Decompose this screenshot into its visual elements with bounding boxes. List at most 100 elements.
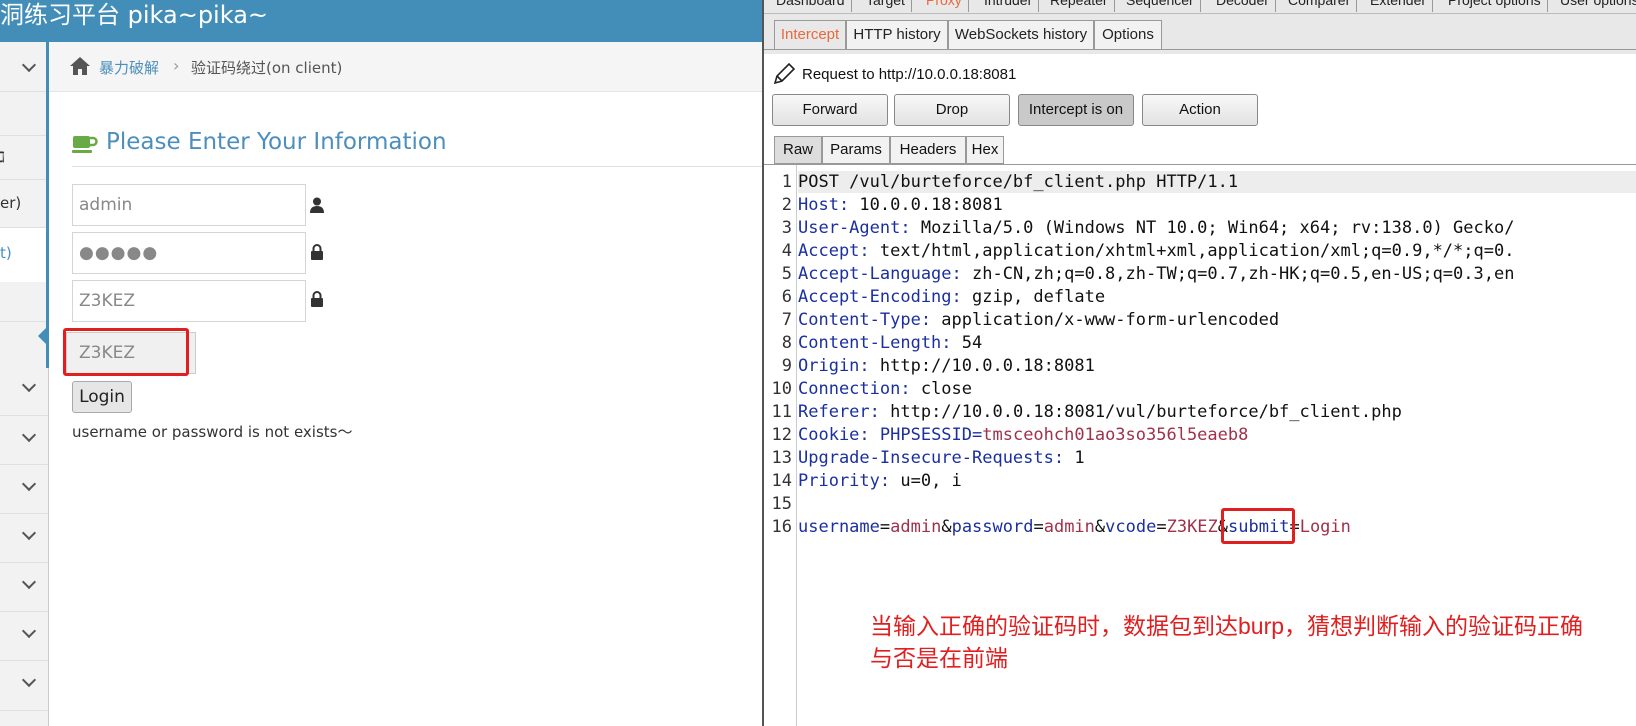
- tab-raw[interactable]: Raw: [774, 136, 822, 164]
- tab-proxy[interactable]: Proxy: [920, 0, 969, 12]
- line-number: 9: [781, 356, 792, 376]
- line-number: 2: [781, 195, 792, 215]
- intercept-toggle-button[interactable]: Intercept is on: [1018, 94, 1134, 126]
- param-value: Login: [1299, 517, 1351, 537]
- sidebar-item-label: er): [0, 194, 22, 212]
- header-line: Priority: u=0, i: [798, 471, 962, 491]
- header-value: text/html,application/xhtml+xml,applicat…: [869, 241, 1515, 261]
- line-number: 14: [771, 471, 792, 491]
- line-number: 11: [771, 402, 792, 422]
- sidebar-item-1[interactable]: [0, 42, 48, 92]
- header-line: Referer: http://10.0.0.18:8081/vul/burte…: [798, 402, 1402, 422]
- tab-intruder[interactable]: Intruder: [978, 0, 1040, 12]
- param-name: username: [798, 517, 880, 537]
- header-key: Accept-Encoding:: [798, 287, 962, 307]
- chevron-down-icon: [21, 377, 37, 393]
- tab-intercept[interactable]: Intercept: [774, 20, 846, 50]
- header-key: Cookie:: [798, 425, 870, 445]
- header-key: Host:: [798, 195, 850, 215]
- line-number: 15: [771, 494, 792, 514]
- tab-project-options[interactable]: Project options: [1442, 0, 1548, 12]
- header-line: Host: 10.0.0.18:8081: [798, 195, 1003, 215]
- vcode-highlight-box: [1221, 508, 1295, 544]
- breadcrumb-current: 验证码绕过(on client): [191, 59, 343, 77]
- sidebar-item-9[interactable]: [0, 465, 48, 514]
- top-navbar: 洞练习平台 pika~pika~: [0, 0, 762, 42]
- username-input[interactable]: admin: [72, 184, 306, 226]
- header-value: application/x-www-form-urlencoded: [931, 310, 1280, 330]
- tab-params[interactable]: Params: [822, 136, 890, 164]
- header-value: 1: [1064, 448, 1085, 468]
- tab-extender[interactable]: Extender: [1364, 0, 1434, 12]
- header-line: Accept-Encoding: gzip, deflate: [798, 287, 1105, 307]
- sidebar-item-6[interactable]: [0, 282, 48, 322]
- sidebar-item-2[interactable]: [0, 92, 48, 136]
- sidebar-item-10[interactable]: [0, 514, 48, 563]
- annotation-text: 当输入正确的验证码时，数据包到达burp，猜想判断输入的验证码正确与否是在前端: [870, 613, 1584, 671]
- action-button[interactable]: Action: [1142, 94, 1258, 126]
- header-value: u=0, i: [890, 471, 962, 491]
- line-number: 13: [771, 448, 792, 468]
- tab-repeater[interactable]: Repeater: [1044, 0, 1115, 12]
- tab-decoder[interactable]: Decoder: [1210, 0, 1276, 12]
- header-line: Upgrade-Insecure-Requests: 1: [798, 448, 1085, 468]
- sidebar-item-3[interactable]: ℷ: [0, 136, 48, 180]
- tab-hex[interactable]: Hex: [966, 136, 1004, 164]
- tab-dashboard[interactable]: Dashboard: [770, 0, 852, 12]
- site-title[interactable]: 洞练习平台 pika~pika~: [0, 0, 268, 30]
- password-input[interactable]: ●●●●●: [72, 232, 306, 274]
- tab-websockets-history[interactable]: WebSockets history: [948, 20, 1094, 50]
- header-line: Accept: text/html,application/xhtml+xml,…: [798, 241, 1514, 261]
- tab-sequencer[interactable]: Sequencer: [1120, 0, 1201, 12]
- request-target: Request to http://10.0.0.18:8081: [802, 66, 1017, 83]
- param-name: password: [951, 517, 1034, 537]
- line-number: 3: [781, 218, 792, 238]
- forward-button[interactable]: Forward: [772, 94, 888, 126]
- line-number: 7: [781, 310, 792, 330]
- tab-target[interactable]: Target: [860, 0, 912, 12]
- sidebar-item-7[interactable]: [0, 368, 48, 416]
- breadcrumb-separator: ›: [173, 56, 180, 75]
- chevron-down-icon: [21, 623, 37, 639]
- sidebar-item-12[interactable]: [0, 612, 48, 661]
- sidebar-active-arrow: [38, 327, 47, 345]
- header-value: gzip, deflate: [961, 287, 1106, 307]
- home-icon[interactable]: [69, 56, 91, 76]
- header-value: zh-CN,zh;q=0.8,zh-TW;q=0.7,zh-HK;q=0.5,e…: [961, 264, 1515, 284]
- pikachu-page: 洞练习平台 pika~pika~ ℷ er) t) 暴力破解 › 验证码绕过(o…: [0, 0, 762, 726]
- tab-options[interactable]: Options: [1094, 20, 1162, 50]
- chevron-down-icon: [21, 476, 37, 492]
- header-key: User-Agent:: [798, 218, 911, 238]
- tab-user-options[interactable]: User options: [1554, 0, 1636, 12]
- login-button[interactable]: Login: [72, 381, 132, 413]
- sidebar-item-8[interactable]: [0, 416, 48, 465]
- sidebar-item-4[interactable]: er): [0, 180, 48, 228]
- header-value: Mozilla/5.0 (Windows NT 10.0; Win64; x64…: [910, 218, 1515, 238]
- tab-http-history[interactable]: HTTP history: [846, 20, 948, 50]
- line-number: 5: [781, 264, 792, 284]
- header-value: 54: [951, 333, 983, 353]
- header-key: Accept:: [798, 241, 870, 261]
- tab-comparer[interactable]: Comparer: [1282, 0, 1358, 12]
- breadcrumb-home-link[interactable]: 暴力破解: [99, 57, 159, 78]
- header-key: Priority:: [798, 471, 891, 491]
- sidebar-item-11[interactable]: [0, 563, 48, 612]
- pencil-icon: [773, 62, 796, 85]
- header-line: Accept-Language: zh-CN,zh;q=0.8,zh-TW;q=…: [798, 264, 1514, 284]
- title-divider: [72, 166, 762, 167]
- sidebar-item-active[interactable]: t): [0, 228, 48, 282]
- chevron-down-icon: [21, 57, 37, 73]
- header-line: Content-Type: application/x-www-form-url…: [798, 310, 1279, 330]
- vcode-input[interactable]: Z3KEZ: [72, 280, 306, 322]
- breadcrumb: 暴力破解 › 验证码绕过(on client): [49, 42, 762, 92]
- chevron-down-icon: [21, 427, 37, 443]
- burp-suite-window: Dashboard Target Proxy Intruder Repeater…: [762, 0, 1636, 726]
- drop-button[interactable]: Drop: [894, 94, 1010, 126]
- param-value: admin: [1043, 517, 1095, 537]
- header-line: Content-Length: 54: [798, 333, 982, 353]
- subtab-divider: [764, 49, 1636, 50]
- sidebar-item-13[interactable]: [0, 661, 48, 711]
- request-line: POST /vul/burteforce/bf_client.php HTTP/…: [798, 172, 1238, 192]
- header-key: Content-Type:: [798, 310, 932, 330]
- tab-headers[interactable]: Headers: [890, 136, 966, 164]
